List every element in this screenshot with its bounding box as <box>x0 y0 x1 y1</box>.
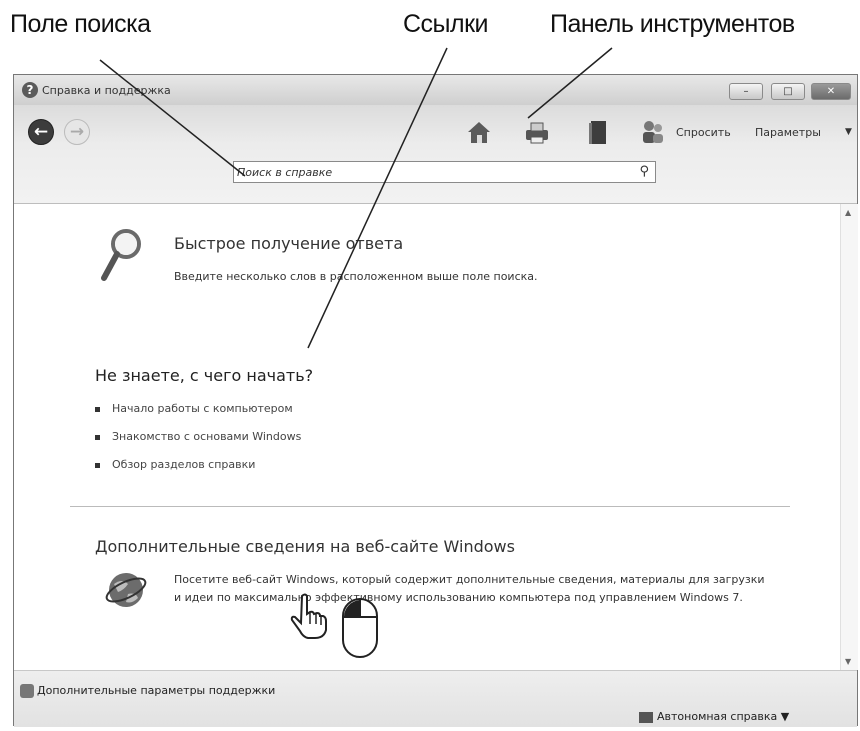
callout-leader-lines <box>99 47 613 349</box>
leader-toolbar-line <box>527 47 613 119</box>
leader-links-line <box>307 47 448 349</box>
leader-search-line <box>99 59 246 177</box>
